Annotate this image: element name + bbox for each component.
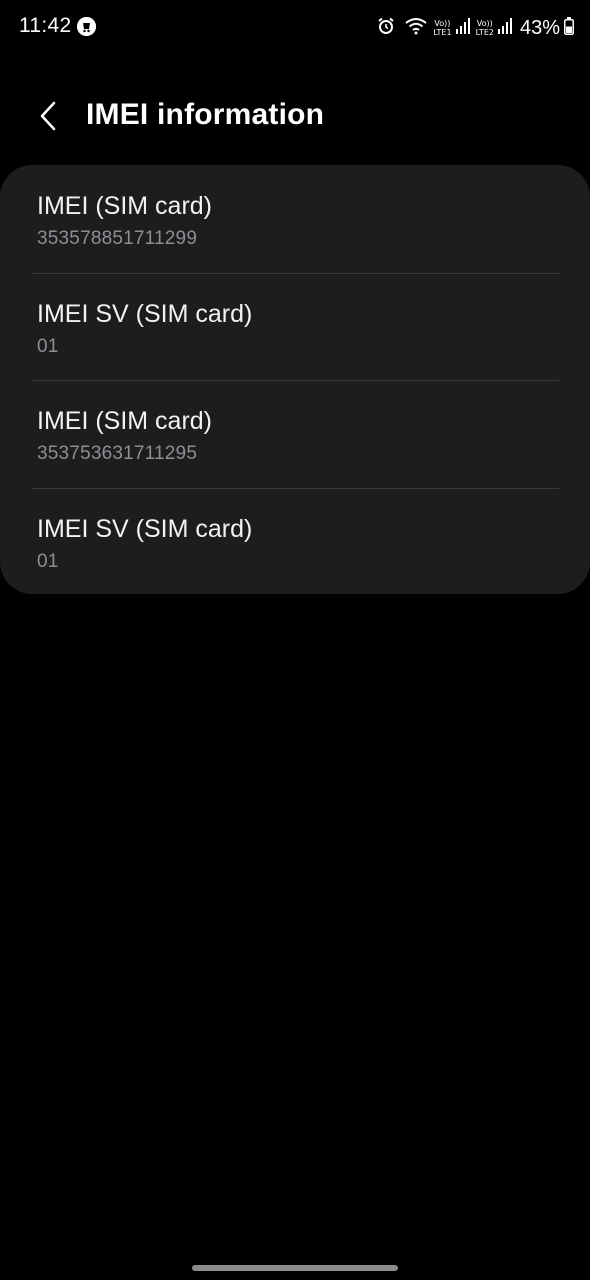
sim1-volte-indicator: Vo)) LTE1 <box>433 19 451 37</box>
info-row-imei-sv-1[interactable]: IMEI SV (SIM card) 01 <box>0 272 590 381</box>
signal-icon <box>497 17 512 39</box>
battery-percent: 43% <box>519 16 560 39</box>
status-bar: 11:42 Vo)) LTE1 Vo)) LTE2 43% <box>0 0 590 56</box>
status-icons: Vo)) LTE1 Vo)) LTE2 43% <box>373 14 574 42</box>
info-value: 01 <box>37 335 59 357</box>
info-row-imei-sv-2[interactable]: IMEI SV (SIM card) 01 <box>0 487 590 595</box>
status-time: 11:42 <box>19 14 72 37</box>
imei-info-card: IMEI (SIM card) 353578851711299 IMEI SV … <box>0 165 590 594</box>
sim1-volte-label: Vo)) <box>434 19 451 28</box>
info-label: IMEI (SIM card) <box>37 192 213 220</box>
wifi-icon <box>405 17 427 40</box>
sim2-volte-label: Vo)) <box>476 19 493 28</box>
chevron-left-icon <box>38 101 58 136</box>
info-row-imei-1[interactable]: IMEI (SIM card) 353578851711299 <box>0 165 590 273</box>
app-notification-icon <box>77 17 96 36</box>
info-label: IMEI (SIM card) <box>37 407 213 435</box>
home-indicator[interactable] <box>192 1265 398 1271</box>
info-label: IMEI SV (SIM card) <box>37 299 253 328</box>
sim2-lte-label: LTE2 <box>475 28 494 37</box>
info-value: 353578851711299 <box>37 228 198 249</box>
app-header: IMEI information <box>0 90 590 146</box>
sim1-lte-label: LTE1 <box>433 28 452 37</box>
alarm-icon <box>377 17 395 40</box>
battery-icon <box>564 16 574 40</box>
info-row-imei-2[interactable]: IMEI (SIM card) 353753631711295 <box>0 380 590 488</box>
info-value: 353753631711295 <box>37 443 198 464</box>
info-label: IMEI SV (SIM card) <box>37 514 253 543</box>
sim2-volte-indicator: Vo)) LTE2 <box>476 19 494 37</box>
page-title: IMEI information <box>86 98 325 131</box>
info-value: 01 <box>37 550 59 572</box>
back-button[interactable] <box>30 98 66 138</box>
signal-icon <box>455 17 470 39</box>
